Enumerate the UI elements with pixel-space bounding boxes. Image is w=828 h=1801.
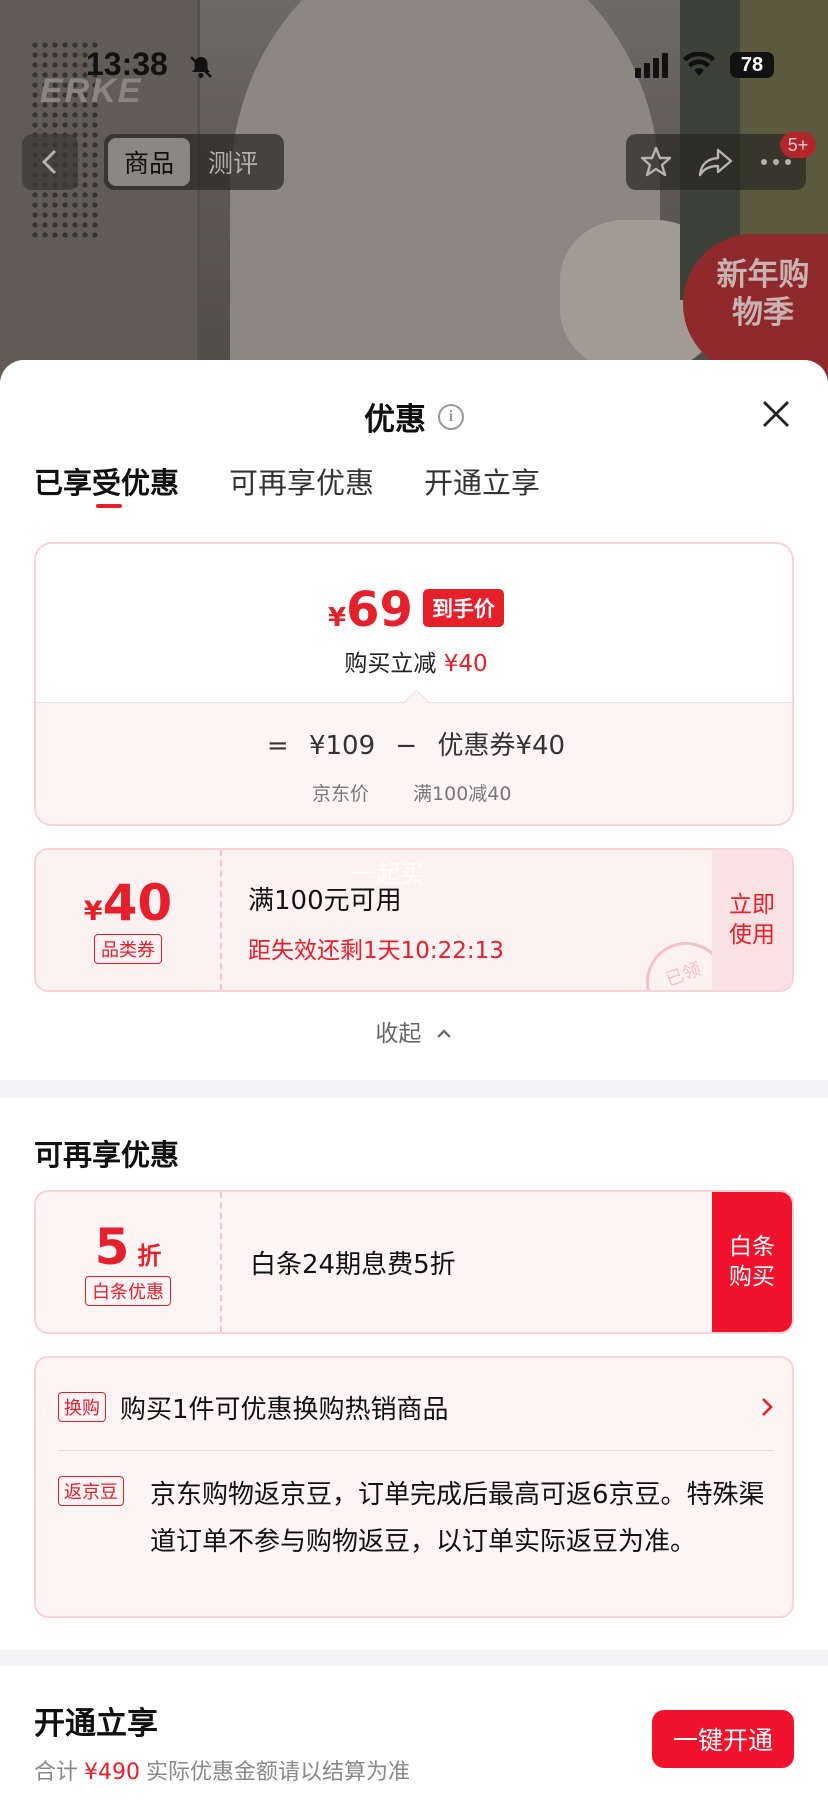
total-note: 实际优惠金额请以结算为准 xyxy=(146,1760,411,1785)
divider xyxy=(58,1450,774,1451)
coupon-details: 满100元可用 距失效还剩1天10:22:13 xyxy=(248,880,504,965)
info-icon[interactable]: i xyxy=(438,403,464,430)
coupon-value: 40 xyxy=(102,874,173,932)
minus-sign: − xyxy=(395,731,418,761)
coupon-amount: ¥40 xyxy=(36,874,220,932)
promo-badge-text: 新年购物季 xyxy=(716,257,810,331)
exchange-offer-row[interactable]: 换购 购买1件可优惠换购热销商品 xyxy=(58,1382,774,1432)
one-click-open-button[interactable]: 一键开通 xyxy=(652,1710,794,1768)
total-value: ¥490 xyxy=(84,1760,141,1785)
instant-discount-label: 购买立减 xyxy=(344,651,437,677)
coupon-currency: ¥ xyxy=(83,896,103,927)
close-icon[interactable] xyxy=(758,396,794,432)
baitiao-discount: 5折 xyxy=(36,1218,220,1276)
tab-more[interactable]: 可再享优惠 xyxy=(229,460,374,502)
baitiao-type-badge: 白条优惠 xyxy=(85,1276,171,1306)
more-discounts-title: 可再享优惠 xyxy=(34,1138,180,1172)
open-benefits-section: 开通立享 合计 ¥490 实际优惠金额请以结算为准 一键开通 xyxy=(0,1666,828,1801)
cellular-signal-icon xyxy=(635,52,668,78)
battery-indicator: 78 xyxy=(730,52,774,78)
product-tabs: 商品 测评 xyxy=(104,134,284,190)
jingdou-tag: 返京豆 xyxy=(58,1476,124,1506)
star-favorite-icon[interactable] xyxy=(639,145,673,179)
exchange-tag: 换购 xyxy=(58,1392,106,1422)
baitiao-value-panel: 5折 白条优惠 xyxy=(36,1192,222,1332)
currency-symbol: ¥ xyxy=(328,603,347,633)
exchange-text: 购买1件可优惠换购热销商品 xyxy=(120,1394,449,1425)
sheet-title: 优惠 i xyxy=(0,394,828,439)
instant-discount-value: ¥40 xyxy=(443,651,488,677)
wifi-icon xyxy=(683,52,715,76)
collapse-label: 收起 xyxy=(375,1021,422,1047)
baitiao-description: 白条24期息费5折 xyxy=(250,1250,456,1280)
category-coupon[interactable]: ¥40 品类券 一起买 满100元可用 距失效还剩1天10:22:13 已领 立… xyxy=(34,848,794,992)
price-formula-labels: 京东价 满100减40 xyxy=(312,779,511,806)
tab-product[interactable]: 商品 xyxy=(108,138,190,186)
baitiao-discount-value: 5 xyxy=(94,1218,130,1276)
price-formula: = ¥109 − 优惠券¥40 xyxy=(36,725,792,762)
other-benefits-card: 换购 购买1件可优惠换购热销商品 返京豆 京东购物返京豆，订单完成后最高可返6京… xyxy=(34,1356,794,1618)
discount-tabs: 已享受优惠 可再享优惠 开通立享 xyxy=(34,460,540,508)
coupon-deduction: 优惠券¥40 xyxy=(437,731,566,761)
instant-discount: 购买立减 ¥40 xyxy=(36,644,792,678)
baitiao-discount-unit: 折 xyxy=(137,1242,162,1270)
jingdou-row: 返京豆 京东购物返京豆，订单完成后最高可返6京豆。特殊渠道订单不参与购物返豆，以… xyxy=(58,1472,774,1566)
promo-badge: 新年购物季 xyxy=(683,234,828,374)
chevron-left-icon xyxy=(41,149,57,175)
open-benefits-summary: 合计 ¥490 实际优惠金额请以结算为准 xyxy=(34,1754,410,1786)
collapse-button[interactable]: 收起 xyxy=(0,1014,828,1048)
coupon-condition: 满100元可用 xyxy=(248,886,402,916)
status-indicators: 78 xyxy=(635,52,774,78)
message-badge: 5+ xyxy=(780,132,816,158)
coupon-expiry: 距失效还剩1天10:22:13 xyxy=(248,938,504,964)
status-time: 13:38 xyxy=(86,46,168,82)
final-price: ¥69 到手价 xyxy=(36,582,792,638)
coupon-amount-panel: ¥40 品类券 xyxy=(36,850,222,990)
coupon-type-badge: 品类券 xyxy=(94,934,162,964)
discount-sheet: 优惠 i 已享受优惠 可再享优惠 开通立享 ¥69 到手价 购买立减 ¥40 = ¥… xyxy=(0,360,828,1801)
chevron-up-icon xyxy=(436,1029,451,1038)
enjoyed-discounts-panel: 优惠 i 已享受优惠 可再享优惠 开通立享 ¥69 到手价 购买立减 ¥40 = ¥… xyxy=(0,360,828,1080)
baitiao-offer[interactable]: 5折 白条优惠 白条24期息费5折 白条购买 xyxy=(34,1190,794,1334)
share-icon[interactable] xyxy=(698,145,734,179)
equals-sign: = xyxy=(266,731,289,761)
final-price-card: ¥69 到手价 购买立减 ¥40 = ¥109 − 优惠券¥40 京东价 满100减… xyxy=(34,542,794,826)
base-price: ¥109 xyxy=(308,731,376,761)
total-label: 合计 xyxy=(34,1760,79,1785)
baitiao-buy-button[interactable]: 白条购买 xyxy=(712,1192,792,1332)
jingdou-text: 京东购物返京豆，订单完成后最高可返6京豆。特殊渠道订单不参与购物返豆，以订单实际… xyxy=(150,1480,765,1557)
final-price-tag: 到手价 xyxy=(422,589,504,627)
tab-review[interactable]: 测评 xyxy=(190,138,276,186)
use-coupon-button[interactable]: 立即使用 xyxy=(712,850,792,990)
back-button[interactable] xyxy=(22,134,78,190)
more-discounts-section: 可再享优惠 5折 白条优惠 白条24期息费5折 白条购买 换购 购买1件可优惠换… xyxy=(0,1098,828,1650)
tab-open[interactable]: 开通立享 xyxy=(424,460,540,502)
base-price-label: 京东价 xyxy=(312,783,370,805)
final-price-value: 69 xyxy=(346,582,413,638)
open-benefits-title: 开通立享 xyxy=(34,1706,158,1742)
price-breakdown: = ¥109 − 优惠券¥40 京东价 满100减40 xyxy=(36,702,792,824)
more-icon[interactable] xyxy=(759,157,793,167)
chevron-right-icon xyxy=(762,1398,773,1416)
sheet-title-text: 优惠 xyxy=(364,402,426,438)
tab-enjoyed[interactable]: 已享受优惠 xyxy=(34,460,179,508)
coupon-rule-label: 满100减40 xyxy=(413,783,512,805)
bell-muted-icon xyxy=(190,56,212,78)
nav-actions xyxy=(626,134,806,190)
